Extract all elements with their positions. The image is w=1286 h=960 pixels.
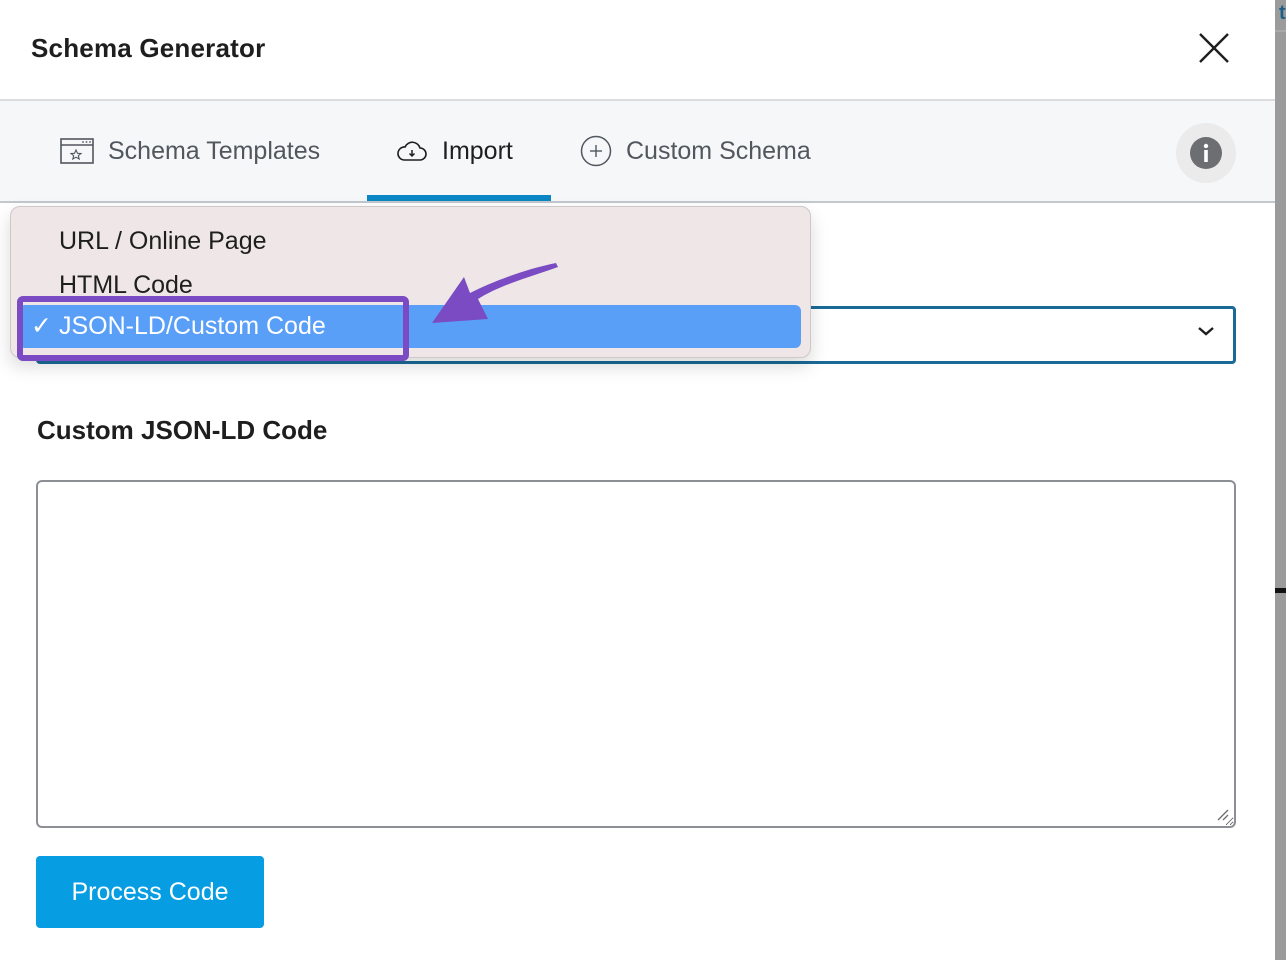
tab-bar: Schema Templates Import Custom Schema <box>0 101 1275 203</box>
tab-schema-templates[interactable]: Schema Templates <box>60 101 320 201</box>
divider <box>1275 30 1286 32</box>
close-icon <box>1199 33 1229 63</box>
schema-template-icon <box>60 138 94 164</box>
plus-circle-icon <box>580 135 612 167</box>
tab-label: Schema Templates <box>108 136 321 165</box>
option-json-ld-custom-code[interactable]: ✓ JSON-LD/Custom Code <box>19 305 801 348</box>
import-type-dropdown: URL / Online Page HTML Code ✓ JSON-LD/Cu… <box>10 206 811 358</box>
scroll-marker <box>1275 588 1286 593</box>
tab-label: Import <box>442 136 513 165</box>
custom-code-label: Custom JSON-LD Code <box>37 415 328 445</box>
background-text: t <box>1279 2 1286 24</box>
close-button[interactable] <box>1192 27 1236 71</box>
process-code-button[interactable]: Process Code <box>36 856 264 928</box>
tab-import[interactable]: Import <box>396 101 513 201</box>
info-button[interactable] <box>1176 123 1236 183</box>
option-label: JSON-LD/Custom Code <box>59 312 326 340</box>
option-url-online-page[interactable]: URL / Online Page <box>59 227 267 256</box>
modal-header: Schema Generator <box>0 0 1275 101</box>
cloud-download-icon <box>397 141 427 161</box>
background-scrollbar: t <box>1275 0 1286 960</box>
option-html-code[interactable]: HTML Code <box>59 271 193 300</box>
check-icon: ✓ <box>31 312 52 340</box>
custom-json-ld-textarea[interactable] <box>36 480 1236 828</box>
modal-title: Schema Generator <box>31 33 266 63</box>
info-icon <box>1190 137 1222 169</box>
tab-custom-schema[interactable]: Custom Schema <box>580 101 811 201</box>
schema-generator-modal: Schema Generator Schema Templates Import… <box>0 0 1275 960</box>
tab-label: Custom Schema <box>626 136 811 165</box>
active-tab-indicator <box>367 195 551 201</box>
chevron-down-icon <box>1198 327 1214 336</box>
